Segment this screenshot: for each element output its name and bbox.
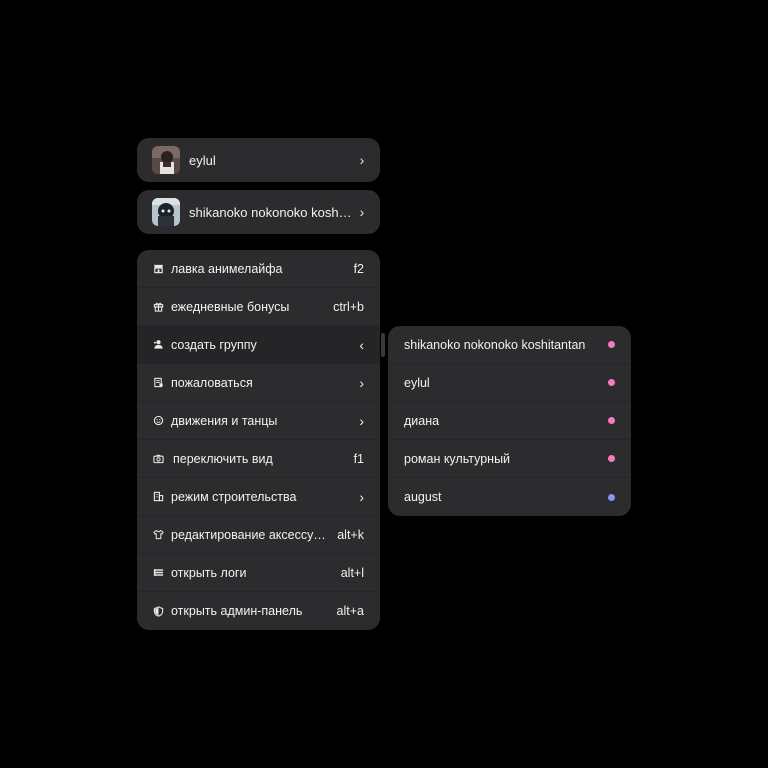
submenu-item[interactable]: eylul — [388, 364, 631, 402]
menu-item-label: переключить вид — [173, 451, 273, 466]
submenu-item-label: august — [404, 490, 442, 504]
menu-item-report[interactable]: пожаловаться › — [137, 364, 380, 402]
menu-item-label: открыть админ-панель — [171, 604, 303, 618]
report-icon — [152, 377, 164, 389]
menu-item-open-logs[interactable]: открыть логи alt+l — [137, 554, 380, 592]
submenu-item[interactable]: august — [388, 478, 631, 516]
building-icon — [152, 491, 164, 503]
menu-item-label: пожаловаться — [171, 375, 253, 390]
submenu-item[interactable]: диана — [388, 402, 631, 440]
avatar — [152, 146, 180, 174]
chevron-right-icon: › — [359, 488, 364, 505]
shield-icon — [152, 605, 164, 617]
menu-item-label: ежедневные бонусы — [171, 299, 290, 314]
menu-item-shop[interactable]: лавка анимелайфа f2 — [137, 250, 380, 288]
shortcut-label: alt+k — [337, 527, 364, 542]
menu-item-build-mode[interactable]: режим строительства › — [137, 478, 380, 516]
gift-icon — [152, 301, 164, 313]
menu-item-daily-bonuses[interactable]: ежедневные бонусы ctrl+b — [137, 288, 380, 326]
submenu-item-label: eylul — [404, 375, 430, 390]
user-plus-icon — [152, 339, 164, 351]
group-submenu: shikanoko nokonoko koshitantan eylul диа… — [388, 326, 631, 516]
camera-icon — [152, 453, 164, 465]
list-icon — [152, 567, 164, 579]
shortcut-label: alt+a — [336, 604, 364, 618]
status-dot — [608, 455, 615, 462]
menu-item-admin-panel[interactable]: открыть админ-панель alt+a — [137, 592, 380, 630]
account-name: shikanoko nokonoko koshitantan — [189, 204, 352, 220]
chevron-left-icon: ‹ — [359, 336, 364, 353]
menu-item-edit-accessories[interactable]: редактирование аксессуаров alt+k — [137, 516, 380, 554]
shortcut-label: f1 — [353, 451, 364, 466]
submenu-item-label: shikanoko nokonoko koshitantan — [404, 337, 586, 352]
submenu-connector-handle — [381, 333, 385, 357]
submenu-item-label: роман культурный — [404, 451, 511, 466]
menu-item-label: редактирование аксессуаров — [171, 527, 330, 542]
menu-item-label: режим строительства — [171, 489, 297, 504]
shirt-icon — [152, 529, 164, 541]
avatar — [152, 198, 180, 226]
status-dot — [608, 493, 615, 501]
submenu-item[interactable]: shikanoko nokonoko koshitantan — [388, 326, 631, 364]
menu-item-label: создать группу — [171, 337, 257, 352]
shortcut-label: ctrl+b — [333, 299, 364, 314]
shortcut-label: f2 — [353, 261, 364, 276]
status-dot — [608, 379, 615, 386]
store-icon — [152, 263, 164, 275]
shortcut-label: alt+l — [340, 565, 364, 580]
status-dot — [608, 417, 615, 424]
account-card-shikanoko[interactable]: shikanoko nokonoko koshitantan › — [137, 190, 380, 234]
status-dot — [608, 341, 615, 348]
submenu-item-label: диана — [404, 413, 440, 428]
chevron-right-icon: › — [359, 412, 364, 429]
smile-icon — [152, 415, 164, 427]
account-name: eylul — [189, 152, 216, 168]
menu-item-switch-view[interactable]: переключить вид f1 — [137, 440, 380, 478]
chevron-right-icon: › — [359, 204, 365, 220]
context-menu: лавка анимелайфа f2 ежедневные бонусы ct… — [137, 250, 380, 630]
menu-item-label: открыть логи — [171, 565, 247, 580]
chevron-right-icon: › — [359, 152, 365, 168]
submenu-item[interactable]: роман культурный — [388, 440, 631, 478]
chevron-right-icon: › — [359, 374, 364, 391]
menu-item-create-group[interactable]: создать группу ‹ — [137, 326, 380, 364]
menu-item-emotes[interactable]: движения и танцы › — [137, 402, 380, 440]
account-card-eylul[interactable]: eylul › — [137, 138, 380, 182]
menu-item-label: лавка анимелайфа — [171, 261, 283, 276]
menu-item-label: движения и танцы — [171, 413, 278, 428]
